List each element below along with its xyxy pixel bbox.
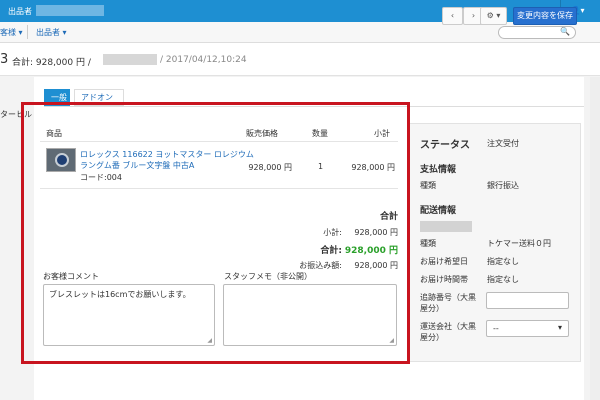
delivery-date-value: 指定なし <box>487 257 519 266</box>
shipping-heading: 配送情報 <box>420 206 457 216</box>
delivery-date-label: お届け希望日 <box>420 257 468 266</box>
shipping-type-label: 種類 <box>420 239 436 248</box>
status-heading: ステータス <box>420 140 470 151</box>
filter-bar: 客様 ▾ 出品者 ▾ 🔍 <box>0 22 600 43</box>
order-number: 3 <box>0 52 9 67</box>
top-navbar: 出品者 👤▾ <box>0 0 600 22</box>
scrollbar[interactable] <box>590 77 600 400</box>
search-icon: 🔍 <box>560 27 570 36</box>
seller-name-redacted <box>36 5 104 16</box>
status-value: 注文受付 <box>487 139 519 148</box>
customer-filter-dropdown[interactable]: 客様 ▾ <box>0 27 23 38</box>
shipping-address-redacted <box>420 221 472 232</box>
payment-heading: 支払情報 <box>420 165 457 175</box>
order-total-summary: 合計: 928,000 円 / <box>12 58 91 68</box>
gear-menu-button[interactable]: ⚙ ▾ <box>480 7 507 25</box>
tracking-number-label: 追跡番号（大黒屋分） <box>420 293 476 313</box>
previous-order-button[interactable]: ‹ <box>442 7 463 25</box>
seller-label: 出品者 <box>8 7 32 16</box>
seller-filter-dropdown[interactable]: 出品者 ▾ <box>36 27 67 38</box>
divider <box>27 25 28 39</box>
carrier-select[interactable]: -- ▾ <box>486 320 569 337</box>
search-input[interactable]: 🔍 <box>498 26 576 39</box>
delivery-time-label: お届け時間帯 <box>420 275 468 284</box>
delivery-time-value: 指定なし <box>487 275 519 284</box>
chevron-down-icon: ▾ <box>557 323 562 332</box>
order-date: / 2017/04/12,10:24 <box>160 55 247 65</box>
payment-type-label: 種類 <box>420 181 436 190</box>
tracking-number-input[interactable] <box>486 292 569 309</box>
order-header: 3 合計: 928,000 円 / / 2017/04/12,10:24 <box>0 43 600 76</box>
save-changes-button[interactable]: 変更内容を保存 <box>513 7 577 25</box>
customer-name-redacted <box>103 54 157 65</box>
payment-type-value: 銀行振込 <box>487 181 519 190</box>
highlight-box <box>21 102 410 364</box>
shipping-type-value: トケマー送料０円 <box>487 239 551 248</box>
carrier-selected-value: -- <box>493 324 499 333</box>
carrier-label: 運送会社（大黒屋分） <box>420 322 476 342</box>
